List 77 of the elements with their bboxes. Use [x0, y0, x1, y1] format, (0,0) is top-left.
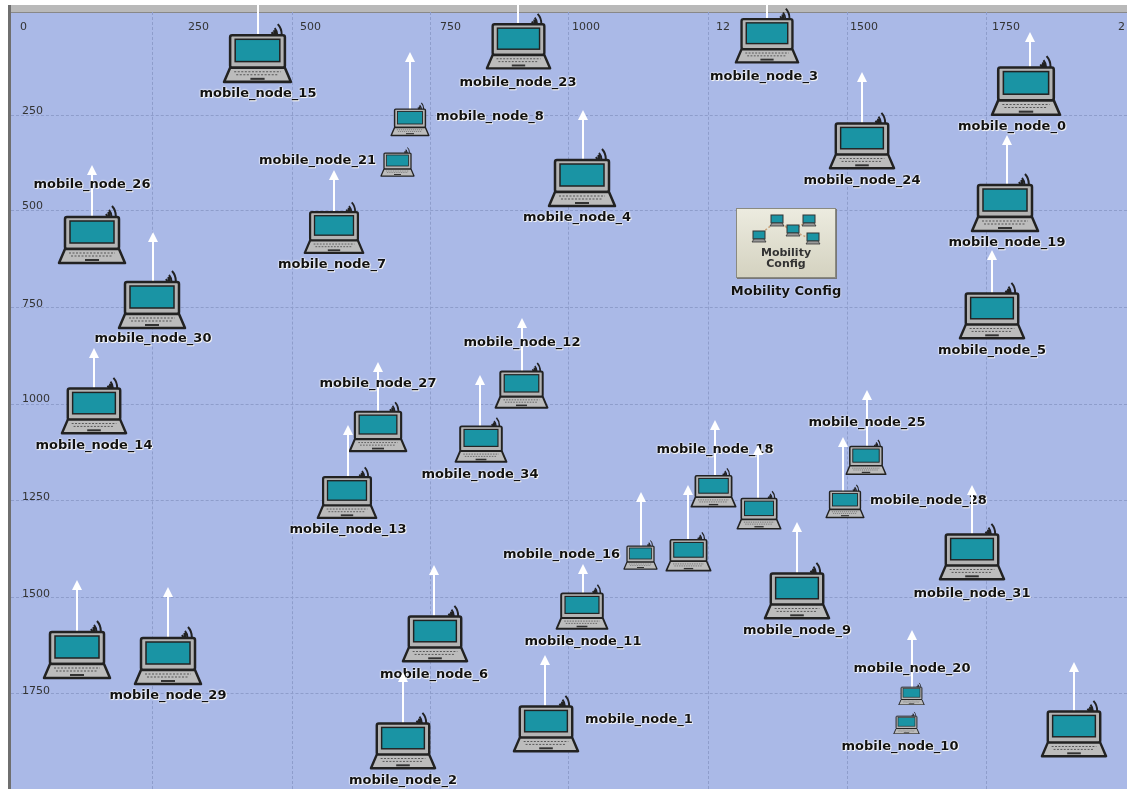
trajectory-arrow [539, 655, 551, 708]
node-label: mobile_node_2 [349, 772, 457, 787]
node-label: mobile_node_26 [33, 176, 151, 191]
ruler-label: 1750 [992, 20, 1020, 33]
node-label: mobile_node_3 [710, 68, 818, 83]
trajectory-arrow [71, 580, 83, 633]
node-label: mobile_node_4 [523, 209, 631, 224]
trajectory-arrow [986, 250, 998, 295]
node-label: Mobility Config [730, 283, 842, 298]
ruler-label: 0 [20, 20, 27, 33]
trajectory-arrow [88, 348, 100, 390]
trajectory-arrow [577, 110, 589, 161]
node-caption: Mobility Config [759, 247, 813, 269]
laptop-icon[interactable] [390, 100, 430, 137]
ruler-label: 500 [300, 20, 321, 33]
laptop-icon[interactable] [825, 482, 865, 519]
trajectory-arrow [328, 170, 340, 213]
ruler-label: 1000 [22, 392, 50, 405]
trajectory-arrow [635, 492, 647, 548]
ruler-label: 500 [22, 199, 43, 212]
node-label: mobile_node_5 [938, 342, 1046, 357]
node-label: mobile_node_10 [841, 738, 959, 753]
node-label: mobile_node_34 [421, 466, 539, 481]
ruler-label: 750 [22, 297, 43, 310]
ruler-label: 250 [22, 104, 43, 117]
node-label: mobile_node_15 [199, 85, 317, 100]
node-label: mobile_node_19 [948, 234, 1066, 249]
node-label: mobile_node_27 [319, 375, 437, 390]
node-label: mobile_node_30 [94, 330, 212, 345]
node-label: mobile_node_9 [743, 622, 851, 637]
trajectory-arrow [791, 522, 803, 575]
node-label: mobile_node_7 [278, 256, 386, 271]
node-label: mobile_node_8 [436, 108, 544, 123]
node-label: mobile_node_23 [459, 74, 577, 89]
node-label: mobile_node_25 [808, 414, 926, 429]
node-label: mobile_node_18 [656, 441, 774, 456]
laptop-icon[interactable] [380, 145, 415, 177]
node-label: mobile_node_24 [803, 172, 921, 187]
ruler-label: 1500 [850, 20, 878, 33]
trajectory-arrow [1068, 662, 1080, 713]
node-label: mobile_node_28 [870, 492, 987, 507]
node-label: mobile_node_14 [35, 437, 153, 452]
trajectory-arrow [428, 565, 440, 618]
trajectory-arrow [404, 52, 416, 111]
trajectory-arrow [474, 375, 486, 428]
laptop-icon[interactable] [898, 680, 925, 706]
node-label: mobile_node_29 [109, 687, 227, 702]
trajectory-arrow [1024, 32, 1036, 68]
trajectory-arrow [856, 72, 868, 125]
node-label: mobile_node_1 [585, 711, 693, 726]
laptop-icon[interactable] [623, 538, 658, 570]
trajectory-arrow [837, 437, 849, 493]
node-label: mobile_node_11 [524, 633, 642, 648]
trajectory-arrow [577, 564, 589, 595]
ruler-label: 750 [440, 20, 461, 33]
trajectory-arrow [342, 425, 354, 478]
ruler-label: 12 [716, 20, 730, 33]
ruler-label: 1500 [22, 587, 50, 600]
node-label: mobile_node_13 [289, 521, 407, 536]
ruler-label: 1250 [22, 490, 50, 503]
trajectory-arrow [162, 587, 174, 639]
node-label: mobile_node_12 [463, 334, 581, 349]
trajectory-arrow [682, 485, 694, 541]
laptop-icon[interactable] [893, 709, 920, 735]
trajectory-arrow [1001, 135, 1013, 186]
node-label: mobile_node_16 [503, 546, 620, 561]
ruler-label: 250 [188, 20, 209, 33]
node-label: mobile_node_6 [380, 666, 488, 681]
ruler-label: 2 [1118, 20, 1125, 33]
mobility-config-node[interactable]: Mobility Config [736, 208, 836, 278]
node-label: mobile_node_0 [958, 118, 1066, 133]
node-label: mobile_node_21 [259, 152, 376, 167]
node-label: mobile_node_31 [913, 585, 1031, 600]
node-label: mobile_node_20 [853, 660, 971, 675]
ruler-label: 1000 [572, 20, 600, 33]
trajectory-arrow [147, 232, 159, 283]
ruler-label: 1750 [22, 684, 50, 697]
